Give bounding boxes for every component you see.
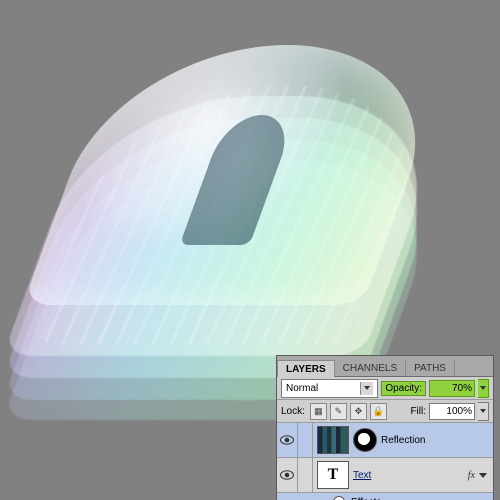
lock-transparency-icon[interactable]: ▦ <box>310 403 327 420</box>
visibility-toggle[interactable] <box>277 458 298 492</box>
chevron-down-icon <box>360 382 373 395</box>
panel-tabs: LAYERS CHANNELS PATHS <box>277 356 493 377</box>
layer-row[interactable]: Reflection <box>277 423 493 458</box>
layer-list: Reflection T Text fx Effects <box>277 423 493 500</box>
effects-sublayer[interactable]: Effects <box>277 493 493 500</box>
lock-buttons: ▦ ✎ ✥ 🔒 <box>310 403 387 420</box>
lock-pixels-icon[interactable]: ✎ <box>330 403 347 420</box>
fill-field[interactable]: 100% <box>429 403 475 420</box>
tab-layers[interactable]: LAYERS <box>277 360 335 377</box>
layer-thumbnail[interactable]: T <box>317 461 349 489</box>
blend-opacity-row: Normal Opacity: 70% <box>277 377 493 400</box>
fill-label: Fill: <box>410 406 426 417</box>
fill-flyout-icon[interactable] <box>478 402 489 421</box>
eye-icon <box>280 470 294 480</box>
opacity-field[interactable]: 70% <box>429 380 475 397</box>
opacity-label: Opacity: <box>381 381 426 396</box>
opacity-flyout-icon[interactable] <box>478 379 489 398</box>
effects-label: Effects <box>351 497 381 500</box>
effects-icon <box>333 496 345 500</box>
blend-mode-value: Normal <box>286 383 318 394</box>
blend-mode-select[interactable]: Normal <box>281 379 378 398</box>
link-column[interactable] <box>298 423 313 457</box>
tab-channels[interactable]: CHANNELS <box>335 360 406 376</box>
layer-name[interactable]: Reflection <box>381 435 425 446</box>
lock-position-icon[interactable]: ✥ <box>350 403 367 420</box>
layer-thumbnail[interactable] <box>317 426 349 454</box>
chevron-down-icon[interactable] <box>479 473 487 478</box>
layer-row[interactable]: T Text fx <box>277 458 493 493</box>
fx-badge[interactable]: fx <box>468 470 475 481</box>
layer-name[interactable]: Text <box>353 470 371 481</box>
lock-label: Lock: <box>281 406 305 417</box>
eye-icon <box>280 435 294 445</box>
lock-all-icon[interactable]: 🔒 <box>370 403 387 420</box>
tab-paths[interactable]: PATHS <box>406 360 455 376</box>
visibility-toggle[interactable] <box>277 423 298 457</box>
link-column[interactable] <box>298 458 313 492</box>
layers-panel: LAYERS CHANNELS PATHS Normal Opacity: 70… <box>276 355 494 500</box>
mask-thumbnail[interactable] <box>353 428 377 452</box>
lock-fill-row: Lock: ▦ ✎ ✥ 🔒 Fill: 100% <box>277 400 493 423</box>
